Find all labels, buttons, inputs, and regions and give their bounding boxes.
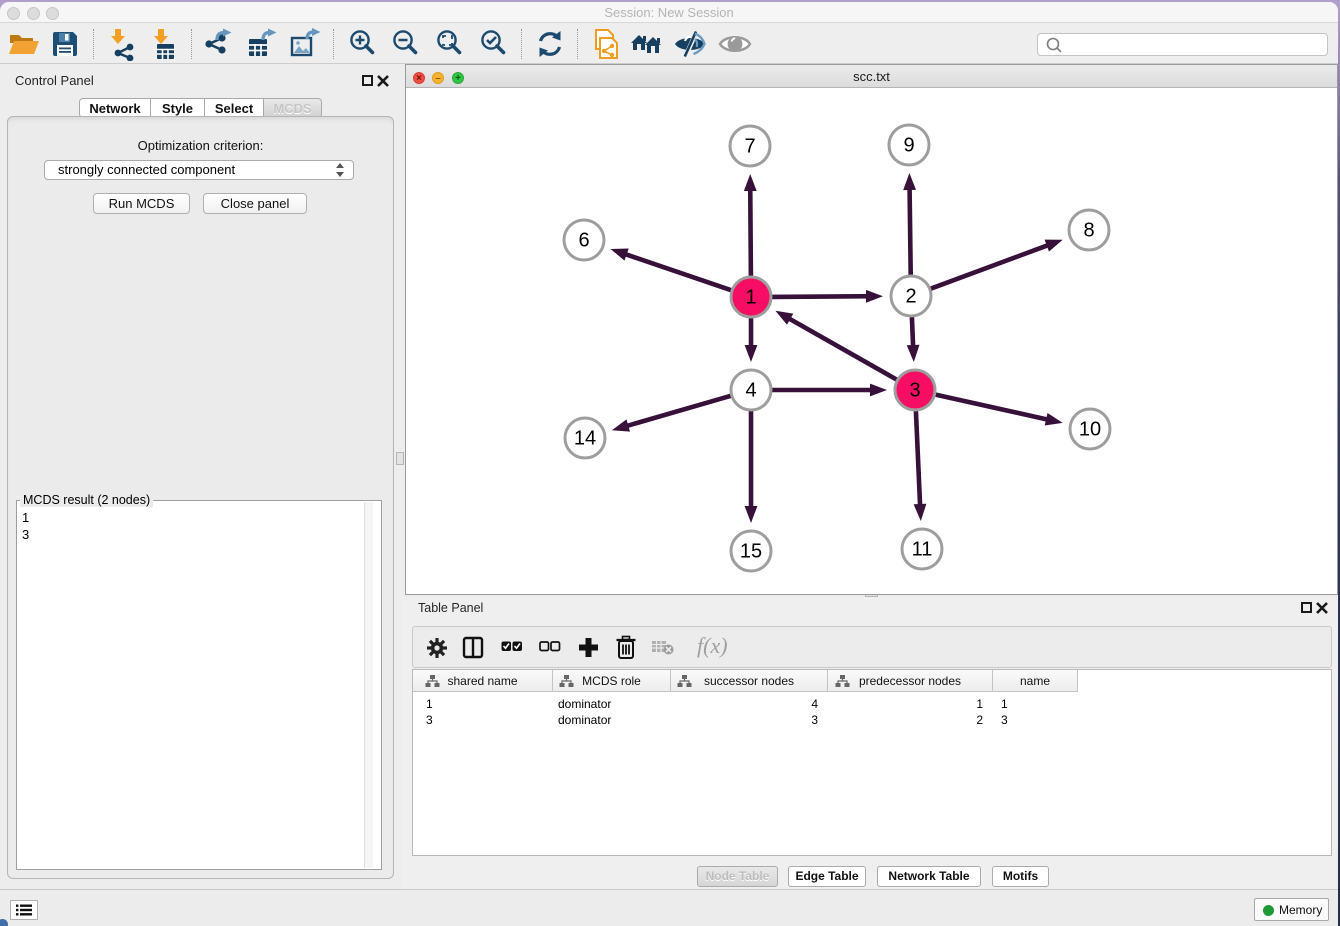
- svg-text:6: 6: [578, 230, 589, 252]
- svg-text:15: 15: [740, 541, 762, 563]
- svg-text:10: 10: [1079, 419, 1101, 441]
- svg-text:4: 4: [745, 380, 756, 402]
- svg-text:11: 11: [912, 539, 933, 561]
- svg-text:3: 3: [909, 380, 920, 402]
- svg-text:14: 14: [574, 428, 596, 450]
- svg-text:9: 9: [903, 135, 914, 157]
- svg-text:2: 2: [905, 286, 916, 308]
- svg-text:8: 8: [1083, 220, 1094, 242]
- svg-text:7: 7: [744, 136, 755, 158]
- svg-text:1: 1: [745, 287, 756, 309]
